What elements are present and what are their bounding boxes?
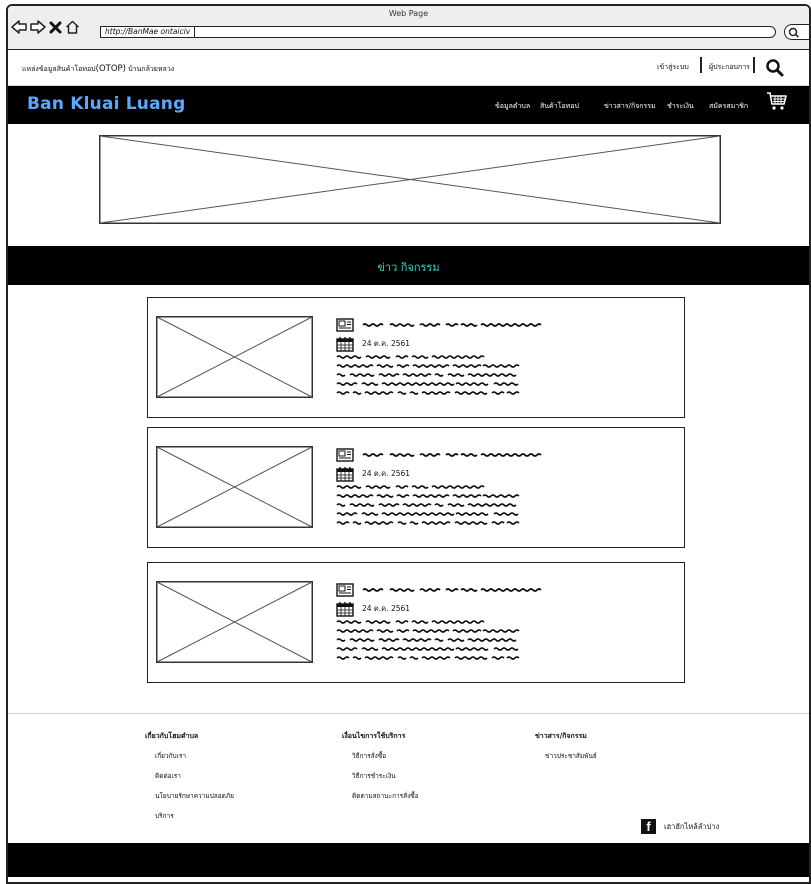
nav-item-products[interactable]: สินค้าโอทอป: [540, 101, 579, 112]
calendar-icon: [336, 602, 354, 617]
section-bar: ข่าว กิจกรรม: [8, 246, 809, 285]
news-body-squiggles: [336, 485, 520, 525]
browser-window: Web Page http://BanMae ontaiciv แหล่งข้อ…: [6, 4, 811, 884]
news-date: 24 ต.ค. 2561: [362, 604, 411, 613]
calendar-icon: [336, 467, 354, 482]
browser-titlebar: Web Page http://BanMae ontaiciv: [8, 6, 809, 50]
search-icon: [788, 27, 799, 38]
news-card[interactable]: 24 ต.ค. 2561: [147, 427, 685, 548]
tagline-otop: (OTOP): [95, 64, 126, 74]
browser-nav-buttons: [11, 20, 80, 34]
close-icon[interactable]: [49, 21, 62, 34]
footer-bottom-bar: [8, 843, 809, 877]
hero-image-placeholder: [99, 135, 721, 224]
news-body-squiggles: [336, 355, 520, 395]
nav-item-payment[interactable]: ชำระเงิน: [667, 101, 694, 112]
news-image-placeholder: [156, 581, 313, 663]
facebook-label: เฮาฮักไหล้ลำปาง: [664, 821, 720, 831]
news-card[interactable]: 24 ต.ค. 2561: [147, 297, 685, 418]
forward-arrow-icon[interactable]: [30, 20, 46, 34]
news-date-row: 24 ต.ค. 2561: [336, 336, 410, 352]
news-date: 24 ต.ค. 2561: [362, 469, 411, 478]
news-date-row: 24 ต.ค. 2561: [336, 601, 410, 617]
footer-link[interactable]: ข่าวประชาสัมพันธ์: [545, 751, 597, 771]
back-arrow-icon[interactable]: [11, 20, 27, 34]
tagline-prefix: แหล่งข้อมูลสินค้าโอทอป: [22, 65, 96, 73]
url-text: http://BanMae ontaiciv: [101, 27, 196, 37]
footer-link[interactable]: บริการ: [155, 811, 234, 831]
news-icon: [336, 448, 354, 462]
news-body-squiggles: [336, 620, 520, 660]
home-icon[interactable]: [65, 20, 80, 34]
footer-link[interactable]: วิธีการชำระเงิน: [352, 771, 419, 791]
main-nav: Ban Kluai Luang ข้อมูลตำบล สินค้าโอทอป ข…: [8, 86, 809, 124]
site-tagline: แหล่งข้อมูลสินค้าโอทอป(OTOP) บ้านกล้วยหล…: [22, 64, 174, 75]
site-footer: เกี่ยวกับโฮมตำบล เกี่ยวกับเรา ติดต่อเรา …: [8, 713, 809, 843]
hero-banner: [8, 124, 809, 246]
cart-icon[interactable]: [766, 91, 788, 111]
admin-link[interactable]: ผู้ประกอบการ: [709, 62, 750, 73]
news-headline-row: [336, 583, 542, 597]
url-bar[interactable]: http://BanMae ontaiciv: [100, 26, 776, 38]
nav-item-news[interactable]: ข่าวสาร/กิจกรรม: [604, 101, 656, 112]
login-link[interactable]: เข้าสู่ระบบ: [657, 62, 689, 73]
divider: [753, 57, 755, 73]
news-headline-squiggle: [362, 323, 542, 327]
window-title: Web Page: [388, 9, 429, 18]
footer-link[interactable]: ติดต่อเรา: [155, 771, 234, 791]
news-icon: [336, 583, 354, 597]
news-image-placeholder: [156, 446, 313, 528]
site-brand[interactable]: Ban Kluai Luang: [27, 94, 185, 114]
footer-column-terms: เงื่อนไขการใช้บริการ วิธีการสั่งซื้อ วิธ…: [342, 731, 419, 811]
news-headline-row: [336, 318, 542, 332]
footer-link[interactable]: เกี่ยวกับเรา: [155, 751, 234, 771]
news-date: 24 ต.ค. 2561: [362, 339, 411, 348]
footer-column-about: เกี่ยวกับโฮมตำบล เกี่ยวกับเรา ติดต่อเรา …: [145, 731, 234, 831]
footer-heading: เกี่ยวกับโฮมตำบล: [145, 732, 199, 740]
news-image-placeholder: [156, 316, 313, 398]
facebook-icon: f: [641, 819, 656, 834]
search-icon[interactable]: [765, 58, 785, 78]
info-bar: แหล่งข้อมูลสินค้าโอทอป(OTOP) บ้านกล้วยหล…: [8, 50, 809, 86]
news-date-row: 24 ต.ค. 2561: [336, 466, 410, 482]
news-icon: [336, 318, 354, 332]
footer-column-news: ข่าวสาร/กิจกรรม ข่าวประชาสัมพันธ์: [535, 731, 597, 771]
footer-link[interactable]: นโยบายรักษาความปลอดภัย: [155, 791, 234, 811]
footer-heading: เงื่อนไขการใช้บริการ: [342, 732, 406, 740]
browser-search[interactable]: [784, 24, 809, 40]
nav-item-register[interactable]: สมัครสมาชิก: [709, 101, 748, 112]
news-headline-row: [336, 448, 542, 462]
footer-link[interactable]: ติดตามสถานะการสั่งซื้อ: [352, 791, 419, 811]
divider: [700, 57, 702, 73]
news-headline-squiggle: [362, 588, 542, 592]
footer-heading: ข่าวสาร/กิจกรรม: [535, 732, 587, 740]
footer-link[interactable]: วิธีการสั่งซื้อ: [352, 751, 419, 771]
nav-item-info[interactable]: ข้อมูลตำบล: [495, 101, 530, 112]
section-title: ข่าว กิจกรรม: [377, 261, 440, 274]
news-headline-squiggle: [362, 453, 542, 457]
news-card[interactable]: 24 ต.ค. 2561: [147, 562, 685, 683]
facebook-link[interactable]: f เฮาฮักไหล้ลำปาง: [641, 819, 719, 834]
tagline-suffix: บ้านกล้วยหลวง: [125, 65, 175, 73]
calendar-icon: [336, 337, 354, 352]
